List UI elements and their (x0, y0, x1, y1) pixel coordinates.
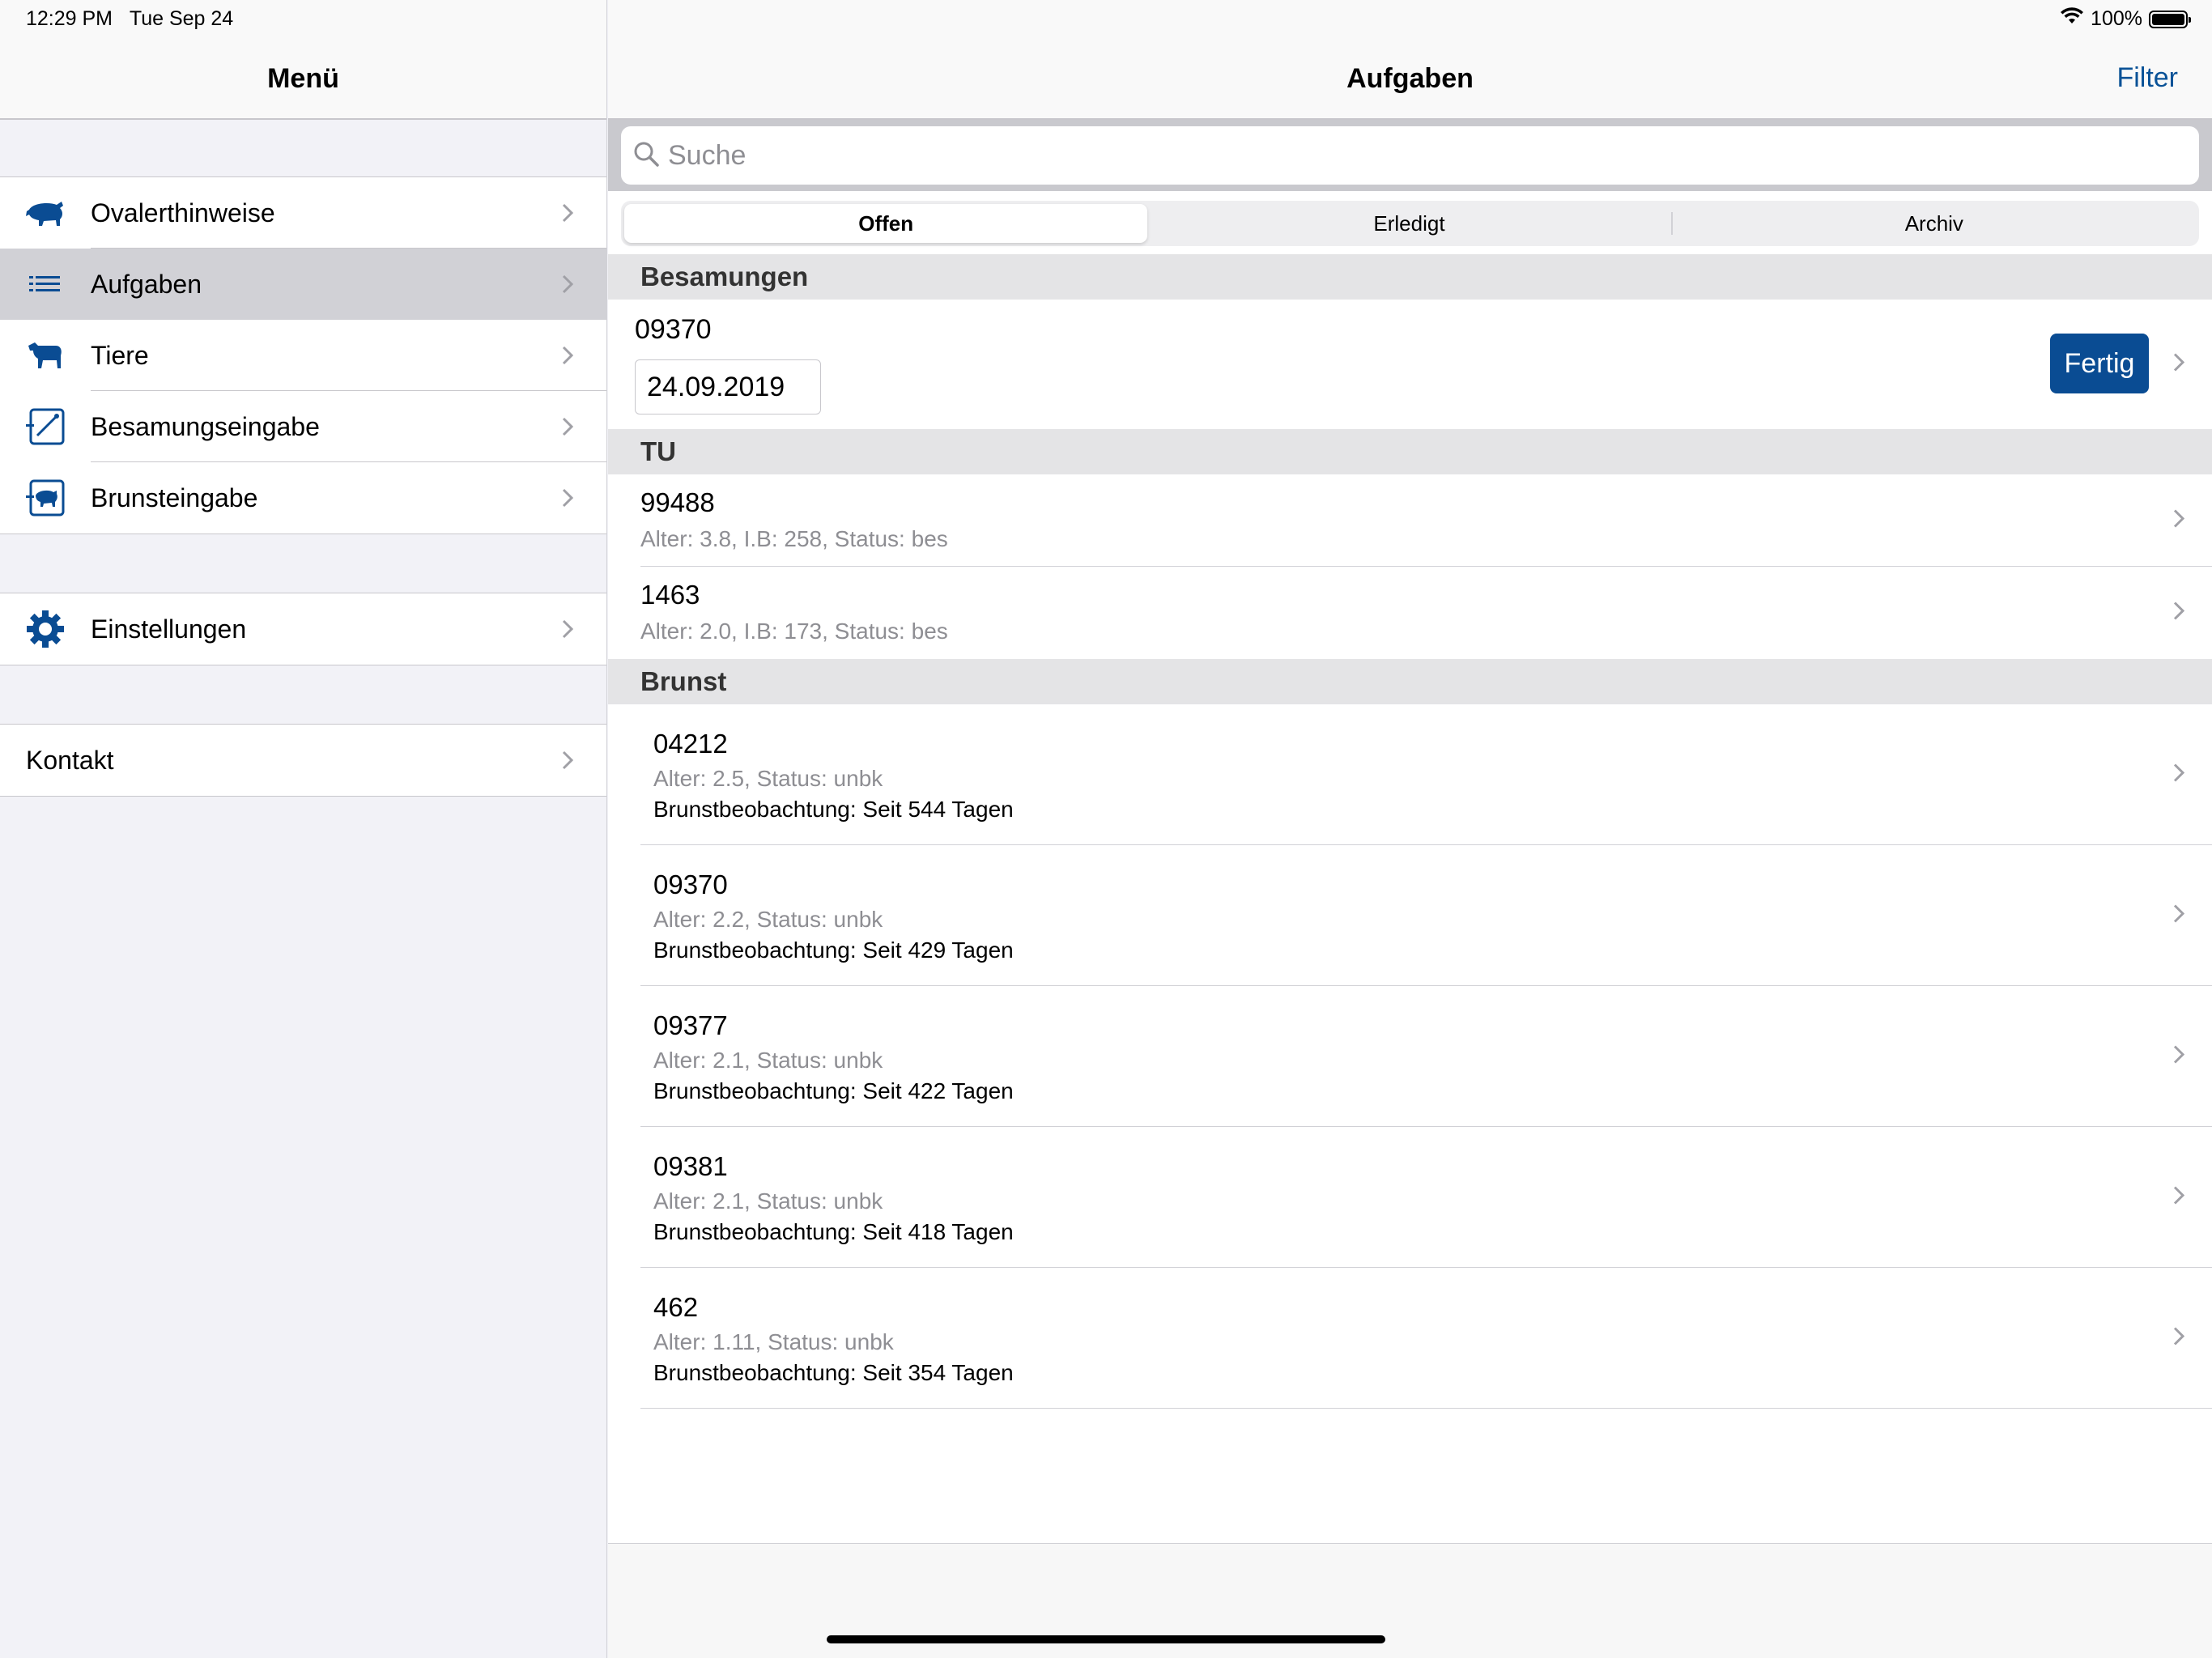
main-panel: Aufgaben Filter Offen Erledigt Archiv Be… (608, 0, 2212, 1658)
animal-id: 462 (653, 1292, 699, 1322)
sidebar-item-label: Einstellungen (91, 614, 247, 644)
list-icon (21, 260, 70, 308)
sidebar: Menü Ovalerthinweise Aufgaben Tiere Besa… (0, 0, 607, 1658)
battery-icon (2149, 10, 2191, 28)
status-right: 100% (2060, 7, 2191, 31)
table-row[interactable]: 09370 Alter: 2.2, Status: unbk Brunstbeo… (608, 845, 2212, 986)
chevron-right-icon (551, 203, 584, 223)
status-time: 12:29 PM Tue Sep 24 (26, 7, 233, 31)
segment-archiv[interactable]: Archiv (1673, 204, 2196, 243)
heat-observation: Brunstbeobachtung: Seit 418 Tagen (653, 1219, 1014, 1244)
sidebar-item-label: Besamungseingabe (91, 411, 320, 441)
sidebar-item-label: Aufgaben (91, 269, 202, 299)
chevron-right-icon (551, 346, 584, 365)
chevron-right-icon (2173, 509, 2185, 533)
home-indicator[interactable] (827, 1635, 1385, 1643)
wifi-icon (2060, 7, 2084, 31)
table-row[interactable]: 09381 Alter: 2.1, Status: unbk Brunstbeo… (608, 1127, 2212, 1268)
heat-observation: Brunstbeobachtung: Seit 422 Tagen (653, 1078, 1014, 1103)
animal-details: Alter: 2.1, Status: unbk (653, 1048, 883, 1073)
status-date-text: Tue Sep 24 (129, 7, 234, 30)
chevron-right-icon (2173, 904, 2185, 928)
animal-details: Alter: 1.11, Status: unbk (653, 1329, 894, 1354)
gear-icon (21, 605, 70, 653)
besamung-row[interactable]: 09370 24.09.2019 Fertig (608, 300, 2212, 429)
sidebar-item-label: Tiere (91, 340, 149, 370)
table-row[interactable]: 99488 Alter: 3.8, I.B: 258, Status: bes (608, 474, 2212, 567)
animal-details: Alter: 2.1, Status: unbk (653, 1188, 883, 1214)
table-row[interactable]: 462 Alter: 1.11, Status: unbk Brunstbeob… (608, 1268, 2212, 1409)
chevron-right-icon (2173, 353, 2185, 376)
animal-details: Alter: 3.8, I.B: 258, Status: bes (640, 526, 948, 551)
chevron-right-icon (551, 619, 584, 639)
page-title: Aufgaben (1346, 63, 1474, 94)
sidebar-main-group: Ovalerthinweise Aufgaben Tiere Besamungs… (0, 176, 606, 534)
search-box[interactable] (621, 126, 2199, 185)
sidebar-item-einstellungen[interactable]: Einstellungen (0, 593, 606, 665)
animal-id: 09377 (653, 1010, 728, 1040)
search-icon (632, 140, 660, 172)
animal-details: Alter: 2.5, Status: unbk (653, 766, 883, 791)
sidebar-item-aufgaben[interactable]: Aufgaben (0, 249, 606, 320)
status-bar: 12:29 PM Tue Sep 24 100% (0, 0, 2212, 39)
sidebar-item-besamungseingabe[interactable]: Besamungseingabe (0, 391, 606, 462)
animal-details: Alter: 2.2, Status: unbk (653, 907, 883, 932)
chevron-right-icon (551, 750, 584, 770)
animal-details: Alter: 2.0, I.B: 173, Status: bes (640, 619, 948, 644)
animal-id: 09370 (653, 869, 728, 899)
segment-erledigt[interactable]: Erledigt (1147, 204, 1670, 243)
chevron-right-icon (2173, 1045, 2185, 1069)
sidebar-settings-group: Einstellungen (0, 593, 606, 665)
search-input[interactable] (668, 139, 2078, 172)
animal-id: 1463 (640, 580, 700, 610)
animal-id: 09370 (635, 314, 712, 345)
heat-observation: Brunstbeobachtung: Seit 354 Tagen (653, 1360, 1014, 1385)
cow-icon (21, 331, 70, 380)
fertig-button[interactable]: Fertig (2050, 334, 2149, 393)
chevron-right-icon (2173, 1327, 2185, 1350)
chevron-right-icon (2173, 1186, 2185, 1209)
filter-button[interactable]: Filter (2116, 62, 2178, 94)
chevron-right-icon (551, 417, 584, 436)
segmented-control: Offen Erledigt Archiv (621, 201, 2199, 246)
heat-entry-icon (21, 474, 70, 522)
segment-offen[interactable]: Offen (624, 204, 1148, 243)
chevron-right-icon (551, 488, 584, 508)
insemination-icon (21, 402, 70, 451)
table-row[interactable]: 09377 Alter: 2.1, Status: unbk Brunstbeo… (608, 986, 2212, 1127)
section-header-tu: TU (608, 429, 2212, 474)
animal-id: 04212 (653, 729, 728, 759)
search-bar (608, 120, 2212, 191)
segment-area: Offen Erledigt Archiv (608, 191, 2212, 254)
animal-id: 99488 (640, 487, 715, 517)
heat-observation: Brunstbeobachtung: Seit 429 Tagen (653, 937, 1014, 963)
sidebar-contact-group: Kontakt (0, 724, 606, 797)
table-row[interactable]: 04212 Alter: 2.5, Status: unbk Brunstbeo… (608, 704, 2212, 845)
sidebar-item-tiere[interactable]: Tiere (0, 320, 606, 391)
sidebar-item-brunsteingabe[interactable]: Brunsteingabe (0, 462, 606, 534)
table-row[interactable]: 1463 Alter: 2.0, I.B: 173, Status: bes (608, 567, 2212, 659)
sidebar-title: Menü (267, 63, 339, 94)
section-header-brunst: Brunst (608, 659, 2212, 704)
chevron-right-icon (551, 274, 584, 294)
sidebar-item-label: Ovalerthinweise (91, 198, 275, 227)
chevron-right-icon (2173, 602, 2185, 625)
battery-percent: 100% (2091, 7, 2142, 30)
section-header-besamungen: Besamungen (608, 254, 2212, 300)
animal-id: 09381 (653, 1151, 728, 1181)
sidebar-item-label: Kontakt (26, 745, 114, 775)
sidebar-item-label: Brunsteingabe (91, 483, 258, 512)
heat-observation: Brunstbeobachtung: Seit 544 Tagen (653, 797, 1014, 822)
date-field[interactable]: 24.09.2019 (635, 359, 821, 414)
status-time-text: 12:29 PM (26, 7, 113, 30)
sidebar-item-kontakt[interactable]: Kontakt (0, 725, 606, 796)
chevron-right-icon (2173, 763, 2185, 787)
sidebar-item-ovalerthinweise[interactable]: Ovalerthinweise (0, 177, 606, 249)
bull-icon (21, 189, 70, 237)
